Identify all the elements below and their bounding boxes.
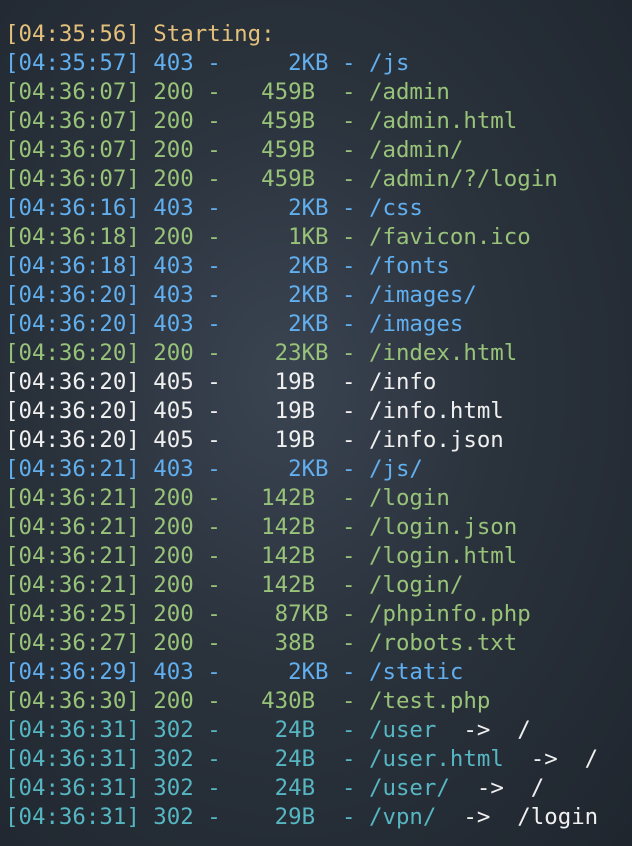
log-text: 403 - 2KB - /images	[139, 311, 464, 337]
log-text: 405 - 19B - /info	[139, 369, 437, 395]
log-line: [04:36:21] 200 - 142B - /login/	[5, 571, 632, 600]
redirect-target: -> /	[436, 717, 531, 743]
log-line: [04:36:21] 403 - 2KB - /js/	[5, 455, 632, 484]
log-line: [04:36:20] 405 - 19B - /info	[5, 368, 632, 397]
timestamp: [04:36:29]	[5, 659, 140, 685]
log-line: [04:36:31] 302 - 24B - /user.html -> /	[5, 745, 632, 774]
log-line: [04:36:21] 200 - 142B - /login.json	[5, 513, 632, 542]
log-text: Starting:	[139, 21, 275, 47]
log-line: [04:36:07] 200 - 459B - /admin/	[5, 136, 632, 165]
log-line: [04:36:20] 403 - 2KB - /images/	[5, 281, 632, 310]
log-line: [04:36:20] 200 - 23KB - /index.html	[5, 339, 632, 368]
timestamp: [04:36:20]	[5, 340, 140, 366]
log-text: 403 - 2KB - /js/	[139, 456, 423, 482]
log-line: [04:36:20] 405 - 19B - /info.json	[5, 426, 632, 455]
log-text: 200 - 142B - /login.html	[139, 543, 518, 569]
timestamp: [04:36:21]	[5, 456, 140, 482]
timestamp: [04:36:31]	[5, 746, 140, 772]
timestamp: [04:36:20]	[5, 427, 140, 453]
timestamp: [04:36:07]	[5, 108, 140, 134]
log-line: [04:36:31] 302 - 24B - /user/ -> /	[5, 774, 632, 803]
timestamp: [04:36:31]	[5, 775, 140, 801]
timestamp: [04:36:21]	[5, 543, 140, 569]
log-line: [04:36:07] 200 - 459B - /admin.html	[5, 107, 632, 136]
log-text: 200 - 459B - /admin/?/login	[139, 166, 558, 192]
timestamp: [04:36:20]	[5, 282, 140, 308]
timestamp: [04:36:27]	[5, 630, 140, 656]
timestamp: [04:36:07]	[5, 79, 140, 105]
log-text: 200 - 142B - /login.json	[139, 514, 518, 540]
timestamp: [04:35:57]	[5, 50, 140, 76]
log-line: [04:36:21] 200 - 142B - /login	[5, 484, 632, 513]
log-text: 200 - 459B - /admin	[139, 79, 450, 105]
timestamp: [04:36:30]	[5, 688, 140, 714]
log-text: 403 - 2KB - /js	[139, 50, 410, 76]
timestamp: [04:36:21]	[5, 485, 140, 511]
log-line: [04:36:30] 200 - 430B - /test.php	[5, 687, 632, 716]
timestamp: [04:36:07]	[5, 166, 140, 192]
log-text: 403 - 2KB - /static	[139, 659, 464, 685]
log-text: 302 - 24B - /user	[139, 717, 437, 743]
redirect-target: -> /login	[436, 804, 599, 830]
timestamp: [04:36:25]	[5, 601, 140, 627]
log-text: 405 - 19B - /info.html	[139, 398, 504, 424]
log-text: 403 - 2KB - /fonts	[139, 253, 450, 279]
log-line: [04:36:07] 200 - 459B - /admin	[5, 78, 632, 107]
timestamp: [04:36:31]	[5, 804, 140, 830]
log-line: [04:35:57] 403 - 2KB - /js	[5, 49, 632, 78]
timestamp: [04:36:18]	[5, 224, 140, 250]
terminal-output: [04:35:56] Starting: [04:35:57] 403 - 2K…	[5, 20, 632, 832]
log-text: 200 - 142B - /login	[139, 485, 450, 511]
log-text: 403 - 2KB - /css	[139, 195, 423, 221]
log-text: 200 - 23KB - /index.html	[139, 340, 518, 366]
log-text: 302 - 24B - /user/	[139, 775, 450, 801]
log-text: 200 - 87KB - /phpinfo.php	[139, 601, 531, 627]
log-line: [04:36:31] 302 - 24B - /user -> /	[5, 716, 632, 745]
timestamp: [04:36:16]	[5, 195, 140, 221]
log-line: [04:36:18] 403 - 2KB - /fonts	[5, 252, 632, 281]
log-line: [04:36:29] 403 - 2KB - /static	[5, 658, 632, 687]
log-line: [04:35:56] Starting:	[5, 20, 632, 49]
timestamp: [04:36:21]	[5, 572, 140, 598]
log-line: [04:36:18] 200 - 1KB - /favicon.ico	[5, 223, 632, 252]
timestamp: [04:35:56]	[5, 21, 140, 47]
log-text: 200 - 38B - /robots.txt	[139, 630, 518, 656]
log-line: [04:36:21] 200 - 142B - /login.html	[5, 542, 632, 571]
timestamp: [04:36:31]	[5, 717, 140, 743]
log-text: 200 - 142B - /login/	[139, 572, 464, 598]
timestamp: [04:36:21]	[5, 514, 140, 540]
redirect-target: -> /	[503, 746, 599, 772]
log-line: [04:36:07] 200 - 459B - /admin/?/login	[5, 165, 632, 194]
log-line: [04:36:16] 403 - 2KB - /css	[5, 194, 632, 223]
log-text: 200 - 459B - /admin/	[139, 137, 464, 163]
log-text: 200 - 459B - /admin.html	[139, 108, 518, 134]
log-line: [04:36:20] 405 - 19B - /info.html	[5, 397, 632, 426]
log-text: 405 - 19B - /info.json	[139, 427, 504, 453]
timestamp: [04:36:07]	[5, 137, 140, 163]
timestamp: [04:36:18]	[5, 253, 140, 279]
redirect-target: -> /	[449, 775, 545, 801]
timestamp: [04:36:20]	[5, 311, 140, 337]
timestamp: [04:36:20]	[5, 398, 140, 424]
log-text: 302 - 29B - /vpn/	[139, 804, 437, 830]
log-line: [04:36:25] 200 - 87KB - /phpinfo.php	[5, 600, 632, 629]
log-line: [04:36:20] 403 - 2KB - /images	[5, 310, 632, 339]
log-text: 200 - 1KB - /favicon.ico	[139, 224, 531, 250]
timestamp: [04:36:20]	[5, 369, 140, 395]
log-text: 302 - 24B - /user.html	[139, 746, 504, 772]
log-line: [04:36:27] 200 - 38B - /robots.txt	[5, 629, 632, 658]
log-text: 403 - 2KB - /images/	[139, 282, 477, 308]
log-text: 200 - 430B - /test.php	[139, 688, 491, 714]
log-line: [04:36:31] 302 - 29B - /vpn/ -> /login	[5, 803, 632, 832]
